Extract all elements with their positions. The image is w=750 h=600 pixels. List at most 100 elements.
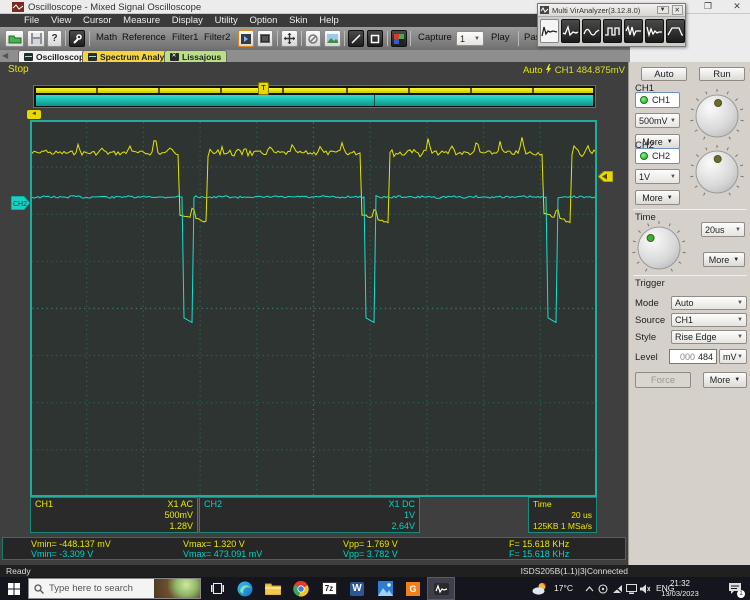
- ch2-scale-select[interactable]: 1V▼: [635, 169, 680, 184]
- ch2-enable-button[interactable]: CH2: [635, 148, 680, 164]
- trigger-more-button[interactable]: More▼: [703, 372, 747, 388]
- spectrum-tab-icon: [88, 53, 97, 61]
- menu-item-help[interactable]: Help: [319, 15, 339, 26]
- timebase-knob[interactable]: [631, 220, 687, 276]
- ch1-trigger-level-marker[interactable]: [598, 171, 613, 182]
- ch1-vpp: Vpp= 1.769 V: [343, 539, 398, 549]
- taskbar-search-input[interactable]: Type here to search: [28, 578, 201, 599]
- sample-rate: 1 MSa/s: [561, 521, 592, 532]
- float-window-titlebar[interactable]: Multi VirAnalyzer(3.12.8.0) ▼ ✕: [538, 4, 685, 17]
- viranalyzer-float-window[interactable]: Multi VirAnalyzer(3.12.8.0) ▼ ✕: [537, 3, 686, 47]
- fullscreen-button[interactable]: [257, 30, 273, 47]
- instrument-spectrum-button[interactable]: [561, 19, 580, 43]
- restore-button[interactable]: ❐: [699, 0, 717, 13]
- instrument-wave-button[interactable]: [582, 19, 601, 43]
- menu-item-skin[interactable]: Skin: [289, 15, 307, 26]
- trigger-position-marker[interactable]: ◄: [27, 110, 41, 119]
- float-dropdown-icon[interactable]: ▼: [657, 6, 669, 14]
- overview-tick: [158, 88, 160, 93]
- taskbar-photos-button[interactable]: [371, 577, 399, 600]
- taskbar-gom-button[interactable]: G: [399, 577, 427, 600]
- trigger-level-unit-select[interactable]: mV▼: [719, 349, 747, 364]
- group-separator: [633, 275, 747, 276]
- line-draw-button[interactable]: [348, 30, 364, 47]
- ch2-offset: 2.64V: [391, 521, 415, 532]
- menu-item-measure[interactable]: Measure: [123, 15, 160, 26]
- help-button[interactable]: ?: [47, 30, 62, 47]
- capture-count-select[interactable]: 1▼: [456, 31, 484, 46]
- menu-item-file[interactable]: File: [24, 15, 39, 26]
- waveform-plot[interactable]: [30, 120, 597, 497]
- menu-item-cursor[interactable]: Cursor: [83, 15, 112, 26]
- chevron-down-icon: ▼: [735, 227, 741, 233]
- search-highlight-image[interactable]: [154, 579, 200, 598]
- tab-scroll-left-icon[interactable]: ◀: [2, 51, 8, 60]
- time-more-button[interactable]: More▼: [703, 252, 745, 267]
- temperature-readout[interactable]: 17°C: [554, 583, 573, 593]
- tray-volume-icon[interactable]: [638, 577, 652, 600]
- capture-label: Capture: [418, 32, 452, 43]
- taskbar-7zip-button[interactable]: 7z: [315, 577, 343, 600]
- task-view-button[interactable]: [203, 577, 231, 600]
- tray-network-icon[interactable]: [610, 577, 624, 600]
- float-close-icon[interactable]: ✕: [672, 5, 683, 15]
- math-button[interactable]: Math: [96, 32, 117, 43]
- instrument-pulse-button[interactable]: [666, 19, 685, 43]
- ch2-more-button[interactable]: More▼: [635, 190, 680, 205]
- trigger-level-input[interactable]: 000484: [669, 349, 717, 364]
- weather-icon[interactable]: [530, 577, 550, 600]
- menu-item-utility[interactable]: Utility: [215, 15, 238, 26]
- menu-item-view[interactable]: View: [51, 15, 71, 26]
- tab-lissajous[interactable]: Lissajous: [164, 50, 227, 62]
- taskbar-chrome-button[interactable]: [287, 577, 315, 600]
- group-separator: [633, 209, 747, 210]
- ch2-position-knob[interactable]: [689, 144, 745, 200]
- auto-button[interactable]: Auto: [641, 67, 687, 81]
- instrument-oscilloscope-button[interactable]: [540, 19, 559, 43]
- run-button[interactable]: Run: [699, 67, 745, 81]
- play-button[interactable]: Play: [491, 32, 509, 43]
- tray-display-icon[interactable]: [624, 577, 638, 600]
- trigger-time-marker[interactable]: T: [258, 82, 269, 95]
- filter2-button[interactable]: Filter2: [204, 32, 230, 43]
- tray-expand-button[interactable]: [582, 577, 596, 600]
- trigger-mode-select[interactable]: Auto▼: [671, 296, 747, 310]
- taskbar-word-button[interactable]: W: [343, 577, 371, 600]
- taskbar-oscilloscope-button[interactable]: [427, 577, 455, 600]
- ch2-offset-marker[interactable]: CH2: [11, 196, 31, 210]
- instrument-logic-button[interactable]: [603, 19, 622, 43]
- ch1-offset: 1.28V: [169, 521, 193, 532]
- ch1-position-knob[interactable]: [689, 88, 745, 144]
- menu-item-option[interactable]: Option: [249, 15, 277, 26]
- ch1-scale-select[interactable]: 500mV▼: [635, 113, 680, 128]
- disable-button[interactable]: [305, 30, 321, 47]
- tray-update-icon[interactable]: [596, 577, 610, 600]
- timebase-select[interactable]: 20us▼: [701, 222, 745, 237]
- save-button[interactable]: [27, 30, 45, 47]
- start-button[interactable]: [0, 577, 28, 600]
- taskbar-clock[interactable]: 21:32 13/03/2023: [654, 579, 706, 598]
- search-icon: [34, 584, 44, 594]
- notification-center-button[interactable]: 1: [722, 577, 748, 600]
- capture-overview-bar[interactable]: [33, 85, 596, 108]
- tools-button[interactable]: [69, 30, 85, 47]
- taskbar-explorer-button[interactable]: [259, 577, 287, 600]
- instrument-dds-button[interactable]: [624, 19, 643, 43]
- color-button[interactable]: [391, 30, 407, 47]
- overview-tick: [282, 88, 284, 93]
- instrument-sweep-button[interactable]: [645, 19, 664, 43]
- menu-item-display[interactable]: Display: [172, 15, 203, 26]
- reference-button[interactable]: Reference: [122, 32, 166, 43]
- taskbar-edge-button[interactable]: [231, 577, 259, 600]
- move-button[interactable]: [281, 30, 298, 47]
- close-button[interactable]: ✕: [728, 0, 746, 13]
- panel-toggle-button[interactable]: [238, 30, 254, 47]
- filter1-button[interactable]: Filter1: [172, 32, 198, 43]
- trigger-source-select[interactable]: CH1▼: [671, 313, 747, 327]
- screenshot-button[interactable]: [324, 30, 341, 47]
- open-file-button[interactable]: [5, 30, 24, 47]
- trigger-style-select[interactable]: Rise Edge▼: [671, 330, 747, 344]
- rect-draw-button[interactable]: [367, 30, 383, 47]
- ch1-enable-button[interactable]: CH1: [635, 92, 680, 108]
- force-button[interactable]: Force: [635, 372, 691, 388]
